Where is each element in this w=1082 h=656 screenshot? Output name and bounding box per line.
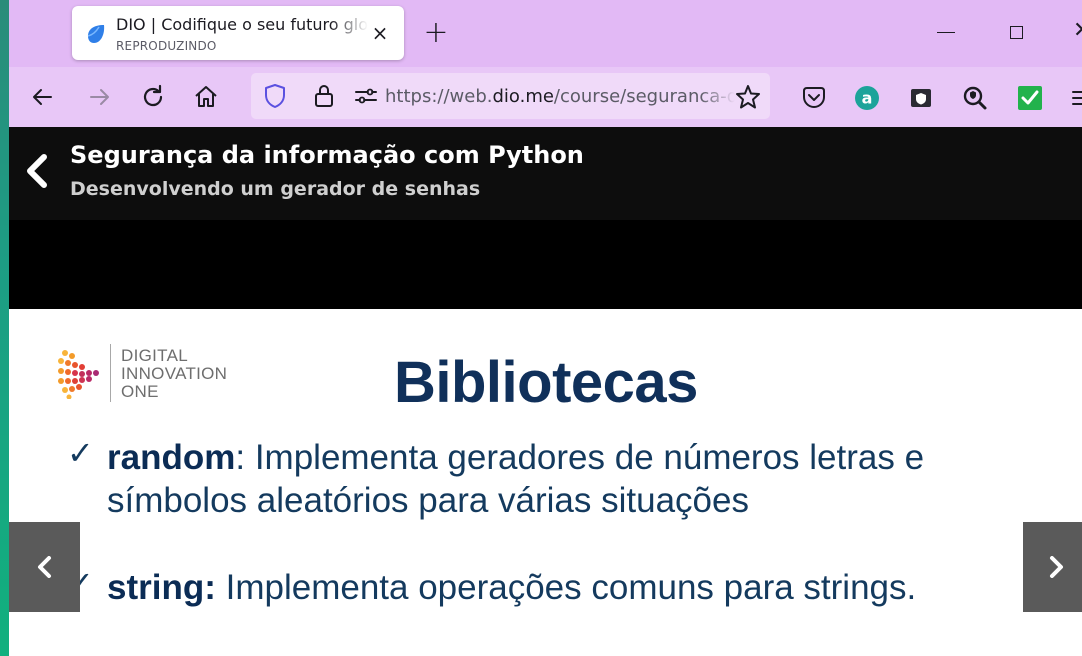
lesson-title: Desenvolvendo um gerador de senhas: [70, 178, 481, 200]
back-chevron-icon[interactable]: [24, 153, 50, 189]
tab-bar: DIO | Codifique o seu futuro global agor…: [9, 0, 1082, 67]
url-bar[interactable]: https://web.dio.me/course/seguranca-da-i…: [251, 73, 770, 119]
url-text[interactable]: https://web.dio.me/course/seguranca-da-i…: [385, 86, 735, 107]
bookmark-star-icon[interactable]: [735, 84, 761, 110]
privacy-search-icon[interactable]: [962, 85, 988, 111]
navigation-bar: https://web.dio.me/course/seguranca-da-i…: [9, 67, 1082, 127]
back-icon[interactable]: [29, 83, 57, 111]
maximize-icon[interactable]: [1010, 26, 1023, 39]
lock-icon[interactable]: [313, 83, 335, 109]
home-icon[interactable]: [192, 83, 220, 111]
bullet-term: string:: [107, 568, 216, 607]
extension-shield-icon[interactable]: [908, 85, 934, 111]
forward-icon[interactable]: [85, 83, 113, 111]
dio-logo-icon: [58, 350, 99, 399]
course-header: Segurança da informação com Python Desen…: [9, 127, 1082, 220]
svg-text:a: a: [862, 89, 873, 108]
logo-text: DIGITAL INNOVATION ONE: [121, 346, 228, 401]
tab-title: DIO | Codifique o seu futuro global agor…: [116, 15, 368, 34]
reload-icon[interactable]: [139, 83, 167, 111]
previous-slide-button[interactable]: [9, 522, 80, 612]
permissions-icon[interactable]: [354, 86, 378, 106]
tab-close-icon[interactable]: ×: [370, 23, 390, 43]
slide-heading: Bibliotecas: [394, 350, 698, 415]
shield-icon[interactable]: [263, 83, 287, 109]
minimize-icon[interactable]: [937, 32, 955, 33]
check-icon: ✓: [67, 435, 94, 471]
checkmark-extension-icon[interactable]: [1017, 85, 1043, 111]
video-letterbox: [9, 220, 1082, 309]
chevron-left-icon: [38, 556, 51, 578]
pocket-icon[interactable]: [801, 85, 827, 111]
bullet-term: random: [107, 438, 236, 477]
amazon-assistant-icon[interactable]: a: [854, 85, 880, 111]
browser-window: DIO | Codifique o seu futuro global agor…: [9, 0, 1082, 656]
window-close-icon[interactable]: ✕: [1073, 18, 1082, 43]
new-tab-icon[interactable]: +: [423, 18, 449, 48]
tab-dio[interactable]: DIO | Codifique o seu futuro global agor…: [72, 6, 404, 60]
bullet-text: Implementa geradores de números letras e: [245, 438, 925, 477]
bullet-random: ✓ random: Implementa geradores de número…: [67, 435, 925, 522]
chevron-right-icon: [1050, 556, 1063, 578]
next-slide-button[interactable]: [1023, 522, 1082, 612]
dio-favicon-icon: [87, 25, 105, 43]
video-slide[interactable]: DIGITAL INNOVATION ONE Bibliotecas ✓ ran…: [9, 309, 1082, 656]
bullet-string: ✓ string: Implementa operações comuns pa…: [67, 565, 917, 609]
course-title: Segurança da informação com Python: [70, 141, 584, 169]
tab-playing-label: REPRODUZINDO: [116, 39, 217, 53]
bullet-text-line2: símbolos aleatórios para várias situaçõe…: [107, 481, 749, 520]
bullet-text: Implementa operações comuns para strings…: [215, 568, 917, 607]
menu-icon[interactable]: [1069, 85, 1082, 111]
logo-divider: [110, 344, 111, 402]
